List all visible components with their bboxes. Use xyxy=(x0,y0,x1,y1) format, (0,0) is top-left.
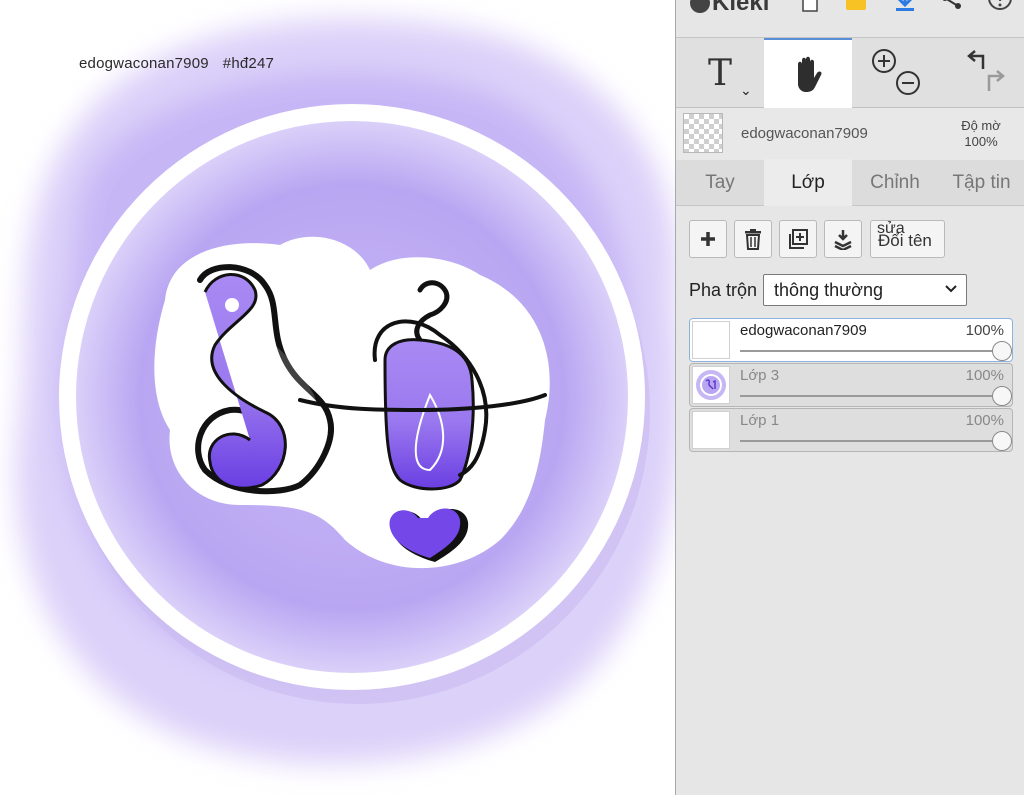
layer-art-thumbnail-icon xyxy=(696,370,726,400)
merge-down-icon xyxy=(834,230,852,250)
layer-thumbnail xyxy=(692,366,730,404)
rename-layer-button[interactable]: sửa Đổi tên xyxy=(870,220,945,258)
chevron-down-icon xyxy=(945,285,957,293)
merge-down-button[interactable] xyxy=(824,220,862,258)
share-icon[interactable] xyxy=(938,0,966,16)
kleki-logo-icon xyxy=(690,0,710,13)
tool-row: T ⌄ xyxy=(676,38,1024,108)
layer-thumbnail xyxy=(692,321,730,359)
layer-name: Lớp 1 xyxy=(740,412,780,429)
layer-opacity-handle[interactable] xyxy=(992,431,1012,451)
undo-redo-icons xyxy=(966,50,1005,91)
delete-layer-button[interactable] xyxy=(734,220,772,258)
layer-opacity-slider[interactable] xyxy=(740,350,1002,352)
layer-name: edogwaconan7909 xyxy=(740,322,867,339)
layer-opacity: 100% xyxy=(965,412,1004,429)
canvas-artwork xyxy=(16,19,675,764)
blend-mode-label: Pha trộn xyxy=(689,279,758,300)
current-layer-opacity: Độ mờ 100% xyxy=(951,118,1011,150)
add-layer-button[interactable] xyxy=(689,220,727,258)
trash-icon xyxy=(745,229,761,250)
app-name: Kleki xyxy=(712,0,770,16)
layer-opacity-handle[interactable] xyxy=(992,386,1012,406)
layer-item[interactable]: edogwaconan7909 100% xyxy=(689,318,1013,362)
new-file-icon[interactable] xyxy=(796,0,824,16)
undo-redo-group xyxy=(938,38,1024,108)
folder-icon[interactable] xyxy=(842,0,870,16)
opacity-value: 100% xyxy=(964,134,998,149)
zoom-out-icon[interactable] xyxy=(896,71,920,95)
help-icon[interactable] xyxy=(986,0,1014,16)
drawing-canvas[interactable]: edogwaconan7909 #hđ247 xyxy=(0,0,675,795)
download-icon[interactable] xyxy=(891,0,919,16)
plus-icon xyxy=(701,232,715,246)
layer-opacity-slider[interactable] xyxy=(740,395,1002,397)
blend-mode-select[interactable]: thông thường xyxy=(763,274,968,306)
layer-opacity-handle[interactable] xyxy=(992,341,1012,361)
tab-brush[interactable]: Tay xyxy=(676,160,764,206)
layer-item[interactable]: Lớp 3 100% xyxy=(689,363,1013,407)
undo-icon[interactable] xyxy=(966,50,984,69)
current-layer-name: edogwaconan7909 xyxy=(741,125,868,142)
zoom-in-out-icons xyxy=(872,49,920,95)
top-toolbar: Kleki xyxy=(676,0,1024,38)
app-logo[interactable]: Kleki xyxy=(690,0,769,17)
chevron-down-icon[interactable]: ⌄ xyxy=(740,82,752,99)
tab-layers[interactable]: Lớp xyxy=(764,159,852,206)
canvas-text-tag: #hđ247 xyxy=(222,55,275,72)
layer-opacity-slider[interactable] xyxy=(740,440,1002,442)
blend-mode-row: Pha trộn thông thường xyxy=(689,274,968,306)
side-panel: Kleki T ⌄ edogwaconan7909 Độ mờ 100% Tay… xyxy=(675,0,1024,795)
hand-tool-button[interactable] xyxy=(764,38,852,108)
tab-edit[interactable]: Chỉnh xyxy=(852,160,938,206)
duplicate-icon xyxy=(789,229,808,249)
canvas-text-label: edogwaconan7909 #hđ247 xyxy=(79,55,274,72)
layer-thumbnail xyxy=(692,411,730,449)
text-tool-icon: T xyxy=(707,52,732,94)
blend-mode-value: thông thường xyxy=(774,280,883,300)
canvas-text-username: edogwaconan7909 xyxy=(79,55,209,72)
rename-label-line2: Đổi tên xyxy=(878,231,932,250)
zoom-in-icon[interactable] xyxy=(872,49,896,73)
layers-panel: sửa Đổi tên Pha trộn thông thường edogwa… xyxy=(676,206,1024,795)
layer-opacity: 100% xyxy=(965,322,1004,339)
current-layer-thumbnail xyxy=(683,113,723,153)
text-tool-button[interactable]: T ⌄ xyxy=(676,38,764,108)
layer-item[interactable]: Lớp 1 100% xyxy=(689,408,1013,452)
hand-icon xyxy=(798,56,822,92)
duplicate-layer-button[interactable] xyxy=(779,220,817,258)
zoom-tool-group xyxy=(852,38,938,108)
opacity-label: Độ mờ xyxy=(961,118,1001,133)
layer-name: Lớp 3 xyxy=(740,367,780,384)
layer-opacity: 100% xyxy=(965,367,1004,384)
panel-tabs: Tay Lớp Chỉnh Tập tin xyxy=(676,159,1024,206)
redo-icon[interactable] xyxy=(987,70,1005,91)
current-layer-info: edogwaconan7909 Độ mờ 100% xyxy=(676,108,1024,160)
tab-file[interactable]: Tập tin xyxy=(938,160,1024,206)
